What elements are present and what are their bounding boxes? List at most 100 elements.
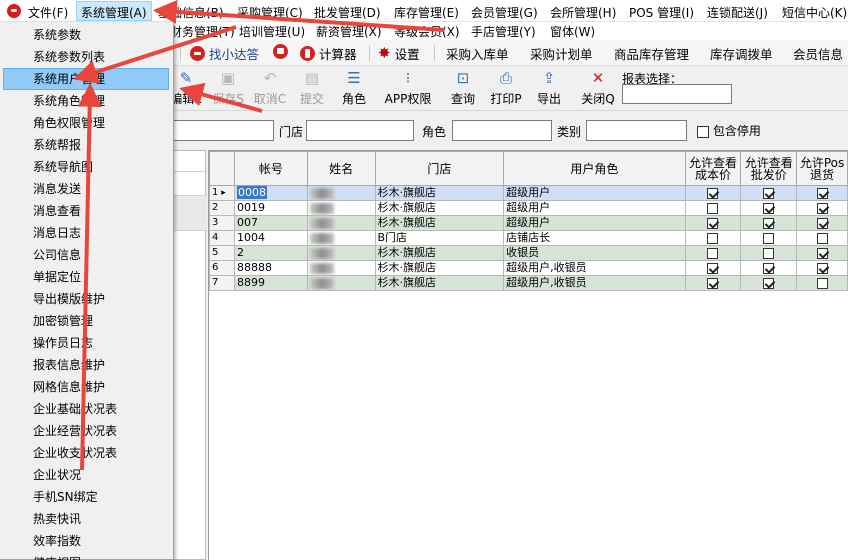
menu-item-21[interactable]: 手机SN绑定 [3, 486, 169, 508]
cell-account[interactable]: 2 [233, 245, 308, 261]
menu-item-16[interactable]: 网格信息维护 [3, 376, 169, 398]
menu-item-3[interactable]: 系统角色管理 [3, 90, 169, 112]
cell-name[interactable] [306, 245, 376, 261]
cell-view-cost[interactable] [684, 215, 742, 231]
row-number[interactable]: 7 [209, 275, 235, 291]
save-button[interactable]: ▣ 保存S [208, 69, 248, 107]
cell-store[interactable]: 杉木·旗舰店 [374, 260, 505, 276]
cell-store[interactable]: B门店 [374, 230, 505, 246]
cell-account[interactable]: 1004 [233, 230, 308, 246]
quick-member-info[interactable]: 会员信息 [793, 44, 843, 63]
menu-item-22[interactable]: 热卖快讯 [3, 508, 169, 530]
menu-file[interactable]: 文件(F) [28, 4, 68, 21]
menu-item-2[interactable]: 系统用户管理 [3, 68, 169, 90]
menu-chain-distribution[interactable]: 连锁配送(J) [707, 4, 768, 21]
app-permission-button[interactable]: ⁝ APP权限 [382, 69, 434, 107]
menu-item-15[interactable]: 报表信息维护 [3, 354, 169, 376]
checkbox-icon[interactable] [763, 202, 775, 214]
table-row[interactable]: 5 2 杉木·旗舰店 收银员 [209, 245, 848, 261]
checkbox-icon[interactable] [816, 247, 828, 259]
cell-user-role[interactable]: 超级用户 [503, 200, 686, 216]
quick-purchase-receipt[interactable]: 采购入库单 [446, 44, 509, 63]
row-number[interactable]: 3 [209, 215, 235, 231]
table-row[interactable]: 2 0019 杉木·旗舰店 超级用户 [209, 200, 848, 216]
cell-name[interactable] [306, 185, 376, 201]
checkbox-icon[interactable] [816, 202, 828, 214]
checkbox-icon[interactable] [763, 232, 775, 244]
cell-name[interactable] [306, 275, 376, 291]
menu-club[interactable]: 会所管理(H) [550, 4, 616, 21]
store-filter-input[interactable] [306, 120, 414, 141]
cell-view-cost[interactable] [684, 200, 742, 216]
quick-settings[interactable]: ✸ 设置 [378, 44, 420, 63]
include-disabled-checkbox[interactable]: 包含停用 [697, 122, 761, 139]
menu-item-6[interactable]: 系统导航图 [3, 156, 169, 178]
cell-user-role[interactable]: 收银员 [503, 245, 686, 261]
checkbox-icon[interactable] [816, 232, 828, 244]
menu-item-24[interactable]: 健康视图 [3, 552, 169, 560]
cell-view-cost[interactable] [684, 260, 742, 276]
cell-view-wholesale[interactable] [740, 230, 798, 246]
report-select-input[interactable] [622, 84, 732, 104]
cell-name[interactable] [306, 200, 376, 216]
table-row[interactable]: 3 007 杉木·旗舰店 超级用户 [209, 215, 848, 231]
menu-purchase[interactable]: 采购管理(C) [237, 4, 303, 21]
cell-pos-return[interactable] [796, 230, 848, 246]
role-button[interactable]: ☰ 角色 [334, 69, 374, 107]
menu-item-14[interactable]: 操作员日志 [3, 332, 169, 354]
menu-item-8[interactable]: 消息查看 [3, 200, 169, 222]
row-number[interactable]: 5 [209, 245, 235, 261]
row-number[interactable]: 2 [209, 200, 235, 216]
checkbox-icon[interactable] [763, 262, 775, 274]
cell-user-role[interactable]: 超级用户 [503, 185, 686, 201]
quick-find-xiaoda[interactable]: 找小达答 [190, 44, 259, 63]
menu-finance[interactable]: 财务管理(T) [170, 23, 235, 40]
left-tree-panel[interactable] [172, 150, 207, 560]
cell-view-wholesale[interactable] [740, 215, 798, 231]
menu-item-12[interactable]: 导出模版维护 [3, 288, 169, 310]
cell-pos-return[interactable] [796, 215, 848, 231]
cell-pos-return[interactable] [796, 275, 848, 291]
menu-sms-center[interactable]: 短信中心(K) [782, 4, 847, 21]
cell-view-cost[interactable] [684, 230, 742, 246]
checkbox-icon[interactable] [763, 277, 775, 289]
menu-pos[interactable]: POS 管理(I) [629, 4, 694, 21]
quick-home[interactable] [273, 44, 288, 59]
cell-name[interactable] [306, 230, 376, 246]
cell-name[interactable] [306, 215, 376, 231]
checkbox-icon[interactable] [816, 262, 828, 274]
menu-item-4[interactable]: 角色权限管理 [3, 112, 169, 134]
cell-pos-return[interactable] [796, 260, 848, 276]
cell-pos-return[interactable] [796, 200, 848, 216]
cell-view-wholesale[interactable] [740, 185, 798, 201]
quick-stock-transfer[interactable]: 库存调拨单 [710, 44, 773, 63]
row-number[interactable]: 6 [209, 260, 235, 276]
checkbox-icon[interactable] [707, 277, 719, 289]
table-row[interactable]: 1 ▸ 0008 杉木·旗舰店 超级用户 [209, 185, 848, 201]
checkbox-icon[interactable] [763, 247, 775, 259]
checkbox-icon[interactable] [707, 232, 719, 244]
menu-level-member[interactable]: 等级会员(X) [394, 23, 460, 40]
cell-store[interactable]: 杉木·旗舰店 [374, 215, 505, 231]
col-header-account[interactable]: 帐号 [233, 151, 308, 186]
cell-account[interactable]: 0008 [233, 185, 308, 201]
cell-store[interactable]: 杉木·旗舰店 [374, 200, 505, 216]
checkbox-icon[interactable] [707, 202, 719, 214]
role-filter-input[interactable] [452, 120, 552, 141]
checkbox-icon[interactable] [816, 217, 828, 229]
quick-purchase-plan[interactable]: 采购计划单 [530, 44, 593, 63]
cell-view-wholesale[interactable] [740, 245, 798, 261]
menu-item-20[interactable]: 企业状况 [3, 464, 169, 486]
checkbox-icon[interactable] [763, 217, 775, 229]
checkbox-icon[interactable] [707, 217, 719, 229]
quick-calculator[interactable]: 计算器 [300, 44, 357, 63]
cell-account[interactable]: 0019 [233, 200, 308, 216]
menu-item-1[interactable]: 系统参数列表 [3, 46, 169, 68]
cell-view-cost[interactable] [684, 245, 742, 261]
cell-view-wholesale[interactable] [740, 275, 798, 291]
menu-system-management[interactable]: 系统管理(A) [76, 1, 152, 21]
menu-wholesale[interactable]: 批发管理(D) [314, 4, 381, 21]
table-row[interactable]: 6 88888 杉木·旗舰店 超级用户,收银员 [209, 260, 848, 276]
checkbox-icon[interactable] [816, 187, 828, 199]
table-row[interactable]: 7 8899 杉木·旗舰店 超级用户,收银员 [209, 275, 848, 291]
